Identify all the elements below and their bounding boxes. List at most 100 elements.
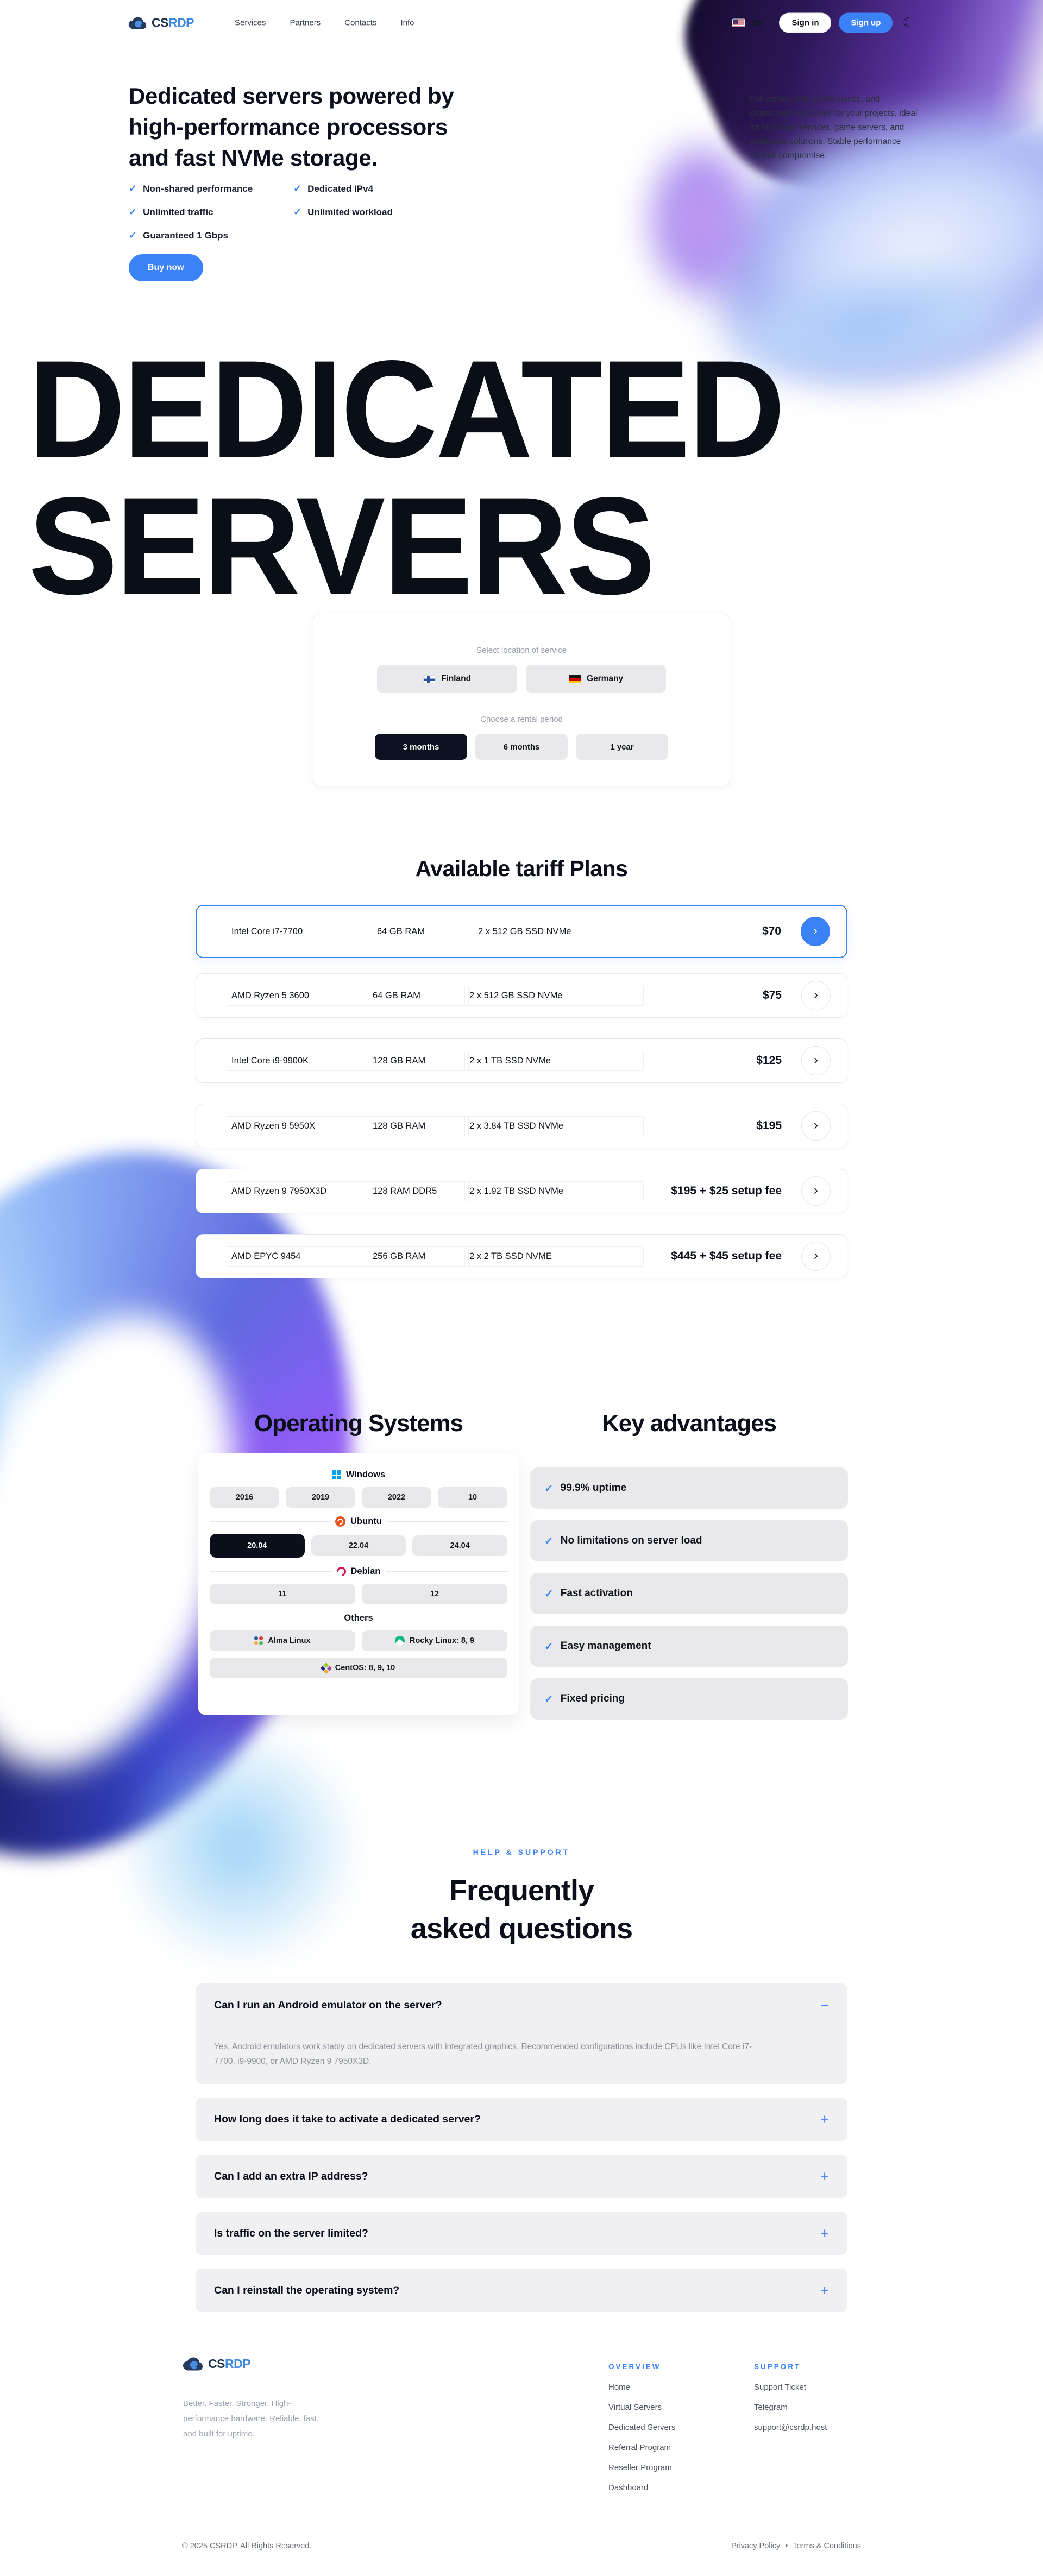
location-label-text: Finland — [441, 674, 471, 684]
chevron-right-icon: › — [814, 1183, 818, 1198]
tariff-open-button[interactable]: › — [801, 917, 830, 946]
check-icon: ✓ — [544, 1534, 554, 1548]
footer-column-title: SUPPORT — [754, 2363, 827, 2371]
os-option-ubuntu-2004[interactable]: 20.04 — [210, 1534, 305, 1558]
tariff-open-button[interactable]: › — [801, 1176, 831, 1206]
tariff-price: $195 — [756, 1119, 782, 1132]
faq-expand-icon[interactable]: + — [820, 2226, 829, 2241]
tariff-ram: 256 GB RAM — [368, 1246, 469, 1267]
tariff-price: $70 — [762, 925, 781, 938]
faq-title-line: asked questions — [0, 1910, 1043, 1948]
tariff-row[interactable]: AMD Ryzen 9 7950X3D 128 RAM DDR5 2 x 1.9… — [196, 1169, 847, 1213]
location-finland-button[interactable]: Finland — [377, 665, 517, 693]
location-label: Select location of service — [476, 646, 567, 655]
tariff-cpu: AMD Ryzen 9 5950X — [227, 1116, 372, 1136]
faq-collapse-icon[interactable]: − — [820, 1998, 829, 2013]
footer-link-home[interactable]: Home — [608, 2383, 675, 2392]
faq-question[interactable]: Is traffic on the server limited? + — [214, 2212, 829, 2255]
feature-label: Unlimited traffic — [143, 207, 213, 218]
footer-logo[interactable]: CSRDP — [182, 2356, 250, 2372]
faq-answer: Yes, Android emulators work stably on de… — [214, 2027, 768, 2084]
footer-link-privacy-policy[interactable]: Privacy Policy — [731, 2542, 780, 2550]
tariff-ram: 64 GB RAM — [368, 986, 469, 1006]
os-option-ubuntu-2204[interactable]: 22.04 — [311, 1535, 406, 1556]
os-option-debian-11[interactable]: 11 — [210, 1584, 355, 1604]
footer-link-dashboard[interactable]: Dashboard — [608, 2483, 675, 2492]
footer-link-reseller-program[interactable]: Reseller Program — [608, 2463, 675, 2472]
footer-link-support-ticket[interactable]: Support Ticket — [754, 2383, 827, 2392]
faq-expand-icon[interactable]: + — [820, 2112, 829, 2127]
os-option-windows-2016[interactable]: 2016 — [210, 1487, 279, 1508]
faq-item: Can I add an extra IP address? + — [196, 2155, 847, 2198]
os-option-ubuntu-2404[interactable]: 24.04 — [412, 1535, 507, 1556]
faq-question[interactable]: Can I reinstall the operating system? + — [214, 2269, 829, 2312]
alma-linux-icon — [254, 1636, 263, 1645]
tariff-cpu: AMD Ryzen 5 3600 — [227, 986, 372, 1006]
footer-link-referral-program[interactable]: Referral Program — [608, 2443, 675, 2452]
feature-label: Non-shared performance — [143, 184, 253, 194]
period-1-year-button[interactable]: 1 year — [576, 734, 668, 760]
faq-eyebrow: HELP & SUPPORT — [0, 1848, 1043, 1856]
tariff-row[interactable]: Intel Core i7-7700 64 GB RAM 2 x 512 GB … — [196, 905, 847, 958]
advantage-label: 99.9% uptime — [561, 1482, 626, 1494]
tariffs-title: Available tariff Plans — [0, 856, 1043, 881]
os-option-windows-2022[interactable]: 2022 — [362, 1487, 431, 1508]
advantage-item: ✓Easy management — [530, 1626, 848, 1667]
footer-link-support-email[interactable]: support@csrdp.host — [754, 2423, 827, 2432]
tariff-storage: 2 x 1.92 TB SSD NVMe — [464, 1181, 644, 1201]
rocky-linux-icon — [395, 1636, 405, 1646]
tariff-row[interactable]: AMD Ryzen 5 3600 64 GB RAM 2 x 512 GB SS… — [196, 973, 847, 1018]
faq-expand-icon[interactable]: + — [820, 2169, 829, 2184]
os-option-label: CentOS: 8, 9, 10 — [335, 1664, 395, 1672]
footer: CSRDP Better. Faster. Stronger. High-per… — [0, 2352, 1043, 2576]
footer-link-terms-conditions[interactable]: Terms & Conditions — [793, 2542, 861, 2550]
tariff-row[interactable]: AMD EPYC 9454 256 GB RAM 2 x 2 TB SSD NV… — [196, 1234, 847, 1278]
os-option-centos[interactable]: CentOS: 8, 9, 10 — [210, 1658, 507, 1678]
feature-item: ✓Non-shared performance — [129, 183, 293, 194]
faq-question-text: Can I reinstall the operating system? — [214, 2284, 399, 2297]
feature-item: ✓ Unlimited workload — [293, 206, 458, 218]
os-option-debian-12[interactable]: 12 — [362, 1584, 507, 1604]
footer-link-telegram[interactable]: Telegram — [754, 2403, 827, 2412]
faq-question-text: How long does it take to activate a dedi… — [214, 2113, 481, 2126]
faq-question[interactable]: Can I add an extra IP address? + — [214, 2155, 829, 2198]
finland-flag-icon — [423, 675, 436, 683]
faq-expand-icon[interactable]: + — [820, 2283, 829, 2298]
faq-list: Can I run an Android emulator on the ser… — [196, 1983, 847, 2326]
feature-label: Unlimited workload — [307, 207, 393, 218]
os-option-alma-linux[interactable]: Alma Linux — [210, 1630, 355, 1651]
period-6-months-button[interactable]: 6 months — [475, 734, 568, 760]
tariff-open-button[interactable]: › — [801, 1242, 831, 1271]
footer-link-virtual-servers[interactable]: Virtual Servers — [608, 2403, 675, 2412]
display-title-line1: DEDICATED — [28, 341, 783, 478]
os-option-label: Alma Linux — [268, 1636, 310, 1645]
os-group-ubuntu: Ubuntu — [210, 1516, 507, 1527]
check-icon: ✓ — [293, 183, 301, 194]
period-3-months-button[interactable]: 3 months — [375, 734, 467, 760]
os-section-title: Operating Systems — [198, 1410, 519, 1437]
faq-title: Frequently asked questions — [0, 1872, 1043, 1948]
faq-question[interactable]: Can I run an Android emulator on the ser… — [214, 1983, 829, 2027]
advantage-item: ✓Fast activation — [530, 1573, 848, 1614]
check-icon: ✓ — [293, 206, 301, 218]
hero-title-line: high-performance processors — [129, 111, 454, 142]
location-label-text: Germany — [587, 674, 623, 684]
os-option-windows-10[interactable]: 10 — [438, 1487, 507, 1508]
tariff-row[interactable]: Intel Core i9-9900K 128 GB RAM 2 x 1 TB … — [196, 1038, 847, 1083]
faq-question[interactable]: How long does it take to activate a dedi… — [214, 2098, 829, 2141]
footer-link-dedicated-servers[interactable]: Dedicated Servers — [608, 2423, 675, 2432]
os-option-rocky-linux[interactable]: Rocky Linux: 8, 9 — [362, 1630, 507, 1651]
tariff-open-button[interactable]: › — [801, 1046, 831, 1075]
debian-icon — [335, 1565, 348, 1578]
logo-cloud-icon — [182, 2356, 204, 2372]
buy-now-button[interactable]: Buy now — [129, 254, 203, 281]
tariff-open-button[interactable]: › — [801, 981, 831, 1010]
feature-item: ✓Guaranteed 1 Gbps — [129, 230, 293, 241]
location-germany-button[interactable]: Germany — [526, 665, 666, 693]
advantage-item: ✓Fixed pricing — [530, 1678, 848, 1720]
tariff-ram: 128 RAM DDR5 — [368, 1181, 469, 1201]
tariff-open-button[interactable]: › — [801, 1111, 831, 1141]
check-icon: ✓ — [544, 1482, 554, 1495]
tariff-row[interactable]: AMD Ryzen 9 5950X 128 GB RAM 2 x 3.84 TB… — [196, 1104, 847, 1148]
os-option-windows-2019[interactable]: 2019 — [286, 1487, 355, 1508]
